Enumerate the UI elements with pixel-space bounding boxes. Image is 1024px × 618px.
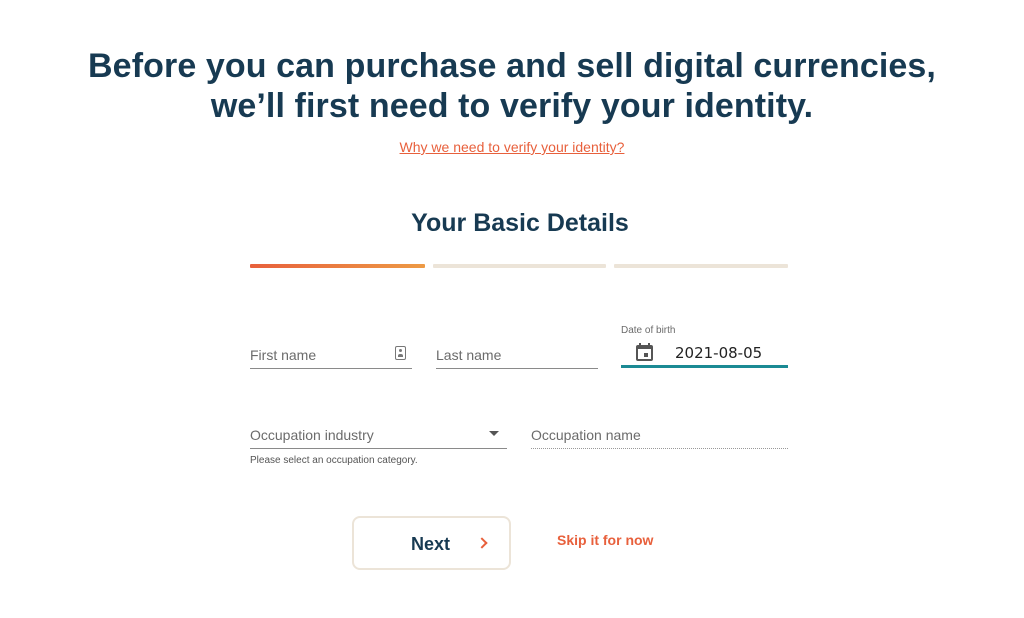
date-of-birth-underline [621, 365, 788, 368]
occupation-name-field[interactable]: Occupation name [531, 420, 788, 450]
date-of-birth-label: Date of birth [621, 325, 676, 336]
skip-link[interactable]: Skip it for now [557, 532, 653, 548]
occupation-industry-select[interactable]: Occupation industry Please select an occ… [250, 420, 507, 470]
occupation-industry-underline [250, 448, 507, 449]
first-name-underline [250, 368, 412, 369]
next-button-label: Next [411, 534, 451, 554]
dropdown-caret-icon[interactable] [489, 431, 499, 436]
progress-step-2 [433, 264, 606, 268]
occupation-name-underline [531, 448, 788, 449]
occupation-industry-placeholder: Occupation industry [250, 427, 374, 443]
occupation-name-placeholder: Occupation name [531, 427, 641, 443]
page-headline: Before you can purchase and sell digital… [0, 46, 1024, 126]
section-title: Your Basic Details [411, 209, 629, 237]
last-name-placeholder: Last name [436, 347, 502, 363]
why-verify-link[interactable]: Why we need to verify your identity? [0, 139, 1024, 155]
next-button[interactable]: Next [352, 516, 511, 570]
occupation-industry-helper: Please select an occupation category. [250, 455, 418, 466]
first-name-placeholder: First name [250, 347, 317, 363]
last-name-underline [436, 368, 598, 369]
headline-line-1: Before you can purchase and sell digital… [88, 47, 936, 85]
contact-card-icon [395, 346, 406, 360]
chevron-right-icon [476, 537, 488, 549]
date-of-birth-value: 2021-08-05 [675, 344, 763, 362]
headline-line-2: we’ll first need to verify your identity… [210, 87, 814, 125]
first-name-field[interactable]: First name [250, 340, 412, 370]
date-of-birth-field[interactable]: Date of birth 2021-08-05 [621, 322, 788, 370]
last-name-field[interactable]: Last name [436, 340, 598, 370]
progress-step-3 [614, 264, 788, 268]
progress-step-1 [250, 264, 425, 268]
calendar-icon[interactable] [636, 343, 653, 361]
